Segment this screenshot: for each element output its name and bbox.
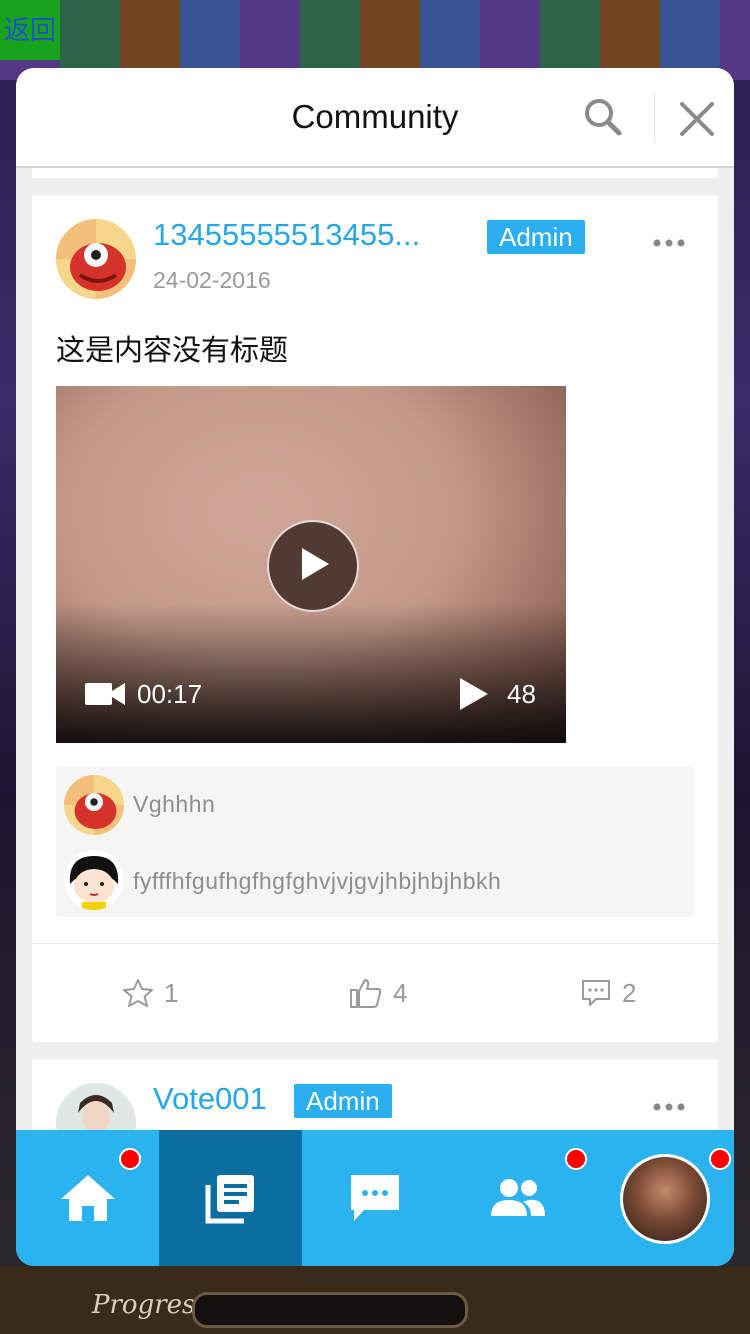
tab-friends[interactable] bbox=[446, 1130, 589, 1266]
comment-count: 2 bbox=[622, 977, 637, 1008]
video-play-button[interactable] bbox=[267, 520, 359, 612]
comment-button[interactable]: 2 bbox=[580, 973, 636, 1013]
comment-icon bbox=[582, 980, 610, 1006]
comment-avatar[interactable] bbox=[64, 850, 124, 910]
profile-avatar[interactable] bbox=[620, 1154, 710, 1244]
tab-profile[interactable] bbox=[590, 1130, 734, 1266]
admin-badge: Admin bbox=[294, 1084, 392, 1118]
close-button[interactable] bbox=[678, 100, 716, 138]
more-options-button[interactable] bbox=[652, 233, 686, 253]
play-count-icon bbox=[460, 678, 488, 710]
post-date: 24-02-2016 bbox=[153, 267, 271, 293]
video-play-count: 48 bbox=[507, 679, 536, 709]
more-options-button[interactable] bbox=[652, 1097, 686, 1117]
video-player[interactable]: 00:17 48 bbox=[56, 386, 566, 743]
chat-icon bbox=[350, 1175, 399, 1221]
favorite-count: 1 bbox=[164, 977, 179, 1008]
video-overlay bbox=[56, 603, 566, 743]
post-content: 这是内容没有标题 bbox=[56, 335, 289, 367]
cartoon-girl-avatar-icon bbox=[64, 850, 124, 910]
previous-post-card bbox=[32, 168, 718, 178]
notification-dot bbox=[119, 1148, 141, 1170]
notification-dot bbox=[709, 1148, 731, 1170]
star-icon bbox=[123, 979, 153, 1007]
header-divider bbox=[654, 94, 655, 142]
divider bbox=[32, 943, 718, 944]
comment-avatar[interactable] bbox=[64, 775, 124, 835]
search-icon bbox=[585, 99, 622, 136]
admin-badge: Admin bbox=[487, 220, 585, 254]
video-duration: 00:17 bbox=[137, 679, 203, 709]
monster-avatar-icon bbox=[64, 775, 124, 835]
monster-avatar-icon bbox=[56, 219, 136, 299]
more-icon bbox=[653, 239, 685, 247]
home-icon bbox=[60, 1175, 115, 1221]
tab-bar bbox=[16, 1130, 734, 1266]
post-username[interactable]: Vote001 bbox=[153, 1081, 267, 1117]
avatar[interactable] bbox=[56, 219, 136, 299]
back-button[interactable]: 返回 bbox=[0, 0, 60, 60]
page-title: Community bbox=[291, 98, 459, 135]
like-button[interactable]: 4 bbox=[349, 973, 407, 1013]
posts-icon bbox=[205, 1175, 254, 1224]
thumbs-up-icon bbox=[350, 979, 382, 1008]
post-card[interactable]: 13455555513455... Admin 24-02-2016 这是内容没… bbox=[32, 195, 718, 1042]
post-username[interactable]: 13455555513455... bbox=[153, 217, 420, 253]
friends-icon bbox=[490, 1179, 545, 1216]
comments-preview[interactable]: Vghhhn fyfffhfgufhgfhgfghvjvjgvjhbjhbjhb… bbox=[56, 767, 694, 917]
play-icon bbox=[302, 548, 329, 580]
close-icon bbox=[680, 102, 714, 136]
more-icon bbox=[653, 1103, 685, 1111]
comment-text: fyfffhfgufhgfhgfghvjvjgvjhbjhbjhbkh bbox=[133, 868, 502, 894]
tab-messages[interactable] bbox=[303, 1130, 446, 1266]
notification-dot bbox=[565, 1148, 587, 1170]
like-count: 4 bbox=[393, 977, 408, 1008]
header: Community bbox=[16, 68, 734, 168]
tab-posts[interactable] bbox=[159, 1130, 302, 1266]
search-button[interactable] bbox=[582, 96, 624, 138]
favorite-button[interactable]: 1 bbox=[122, 973, 178, 1013]
tab-home[interactable] bbox=[16, 1130, 159, 1266]
comment-text: Vghhhn bbox=[133, 791, 216, 817]
progress-bar bbox=[192, 1292, 468, 1328]
community-panel: Community 13455555513455... Admin 24-02-… bbox=[16, 68, 734, 1266]
video-camera-icon bbox=[85, 683, 125, 705]
